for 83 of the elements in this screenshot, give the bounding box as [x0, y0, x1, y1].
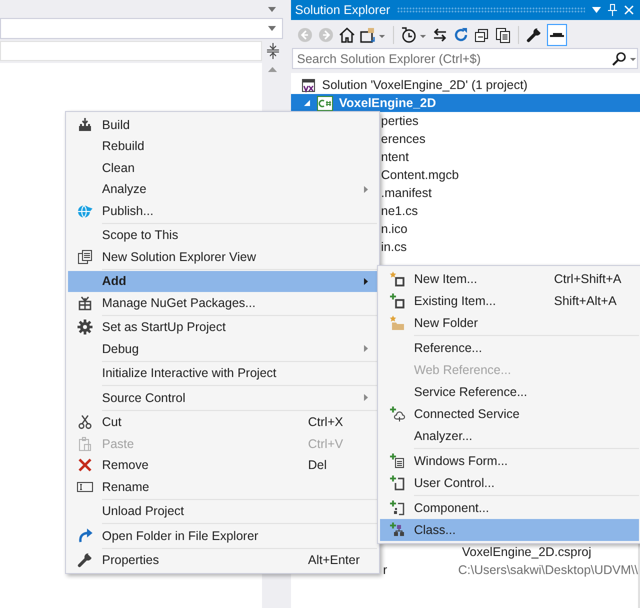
dropdown-icon[interactable] — [592, 7, 601, 13]
menu-item[interactable]: Add — [68, 270, 377, 292]
menu-item[interactable]: Publish... — [68, 200, 377, 222]
panel-title: Solution Explorer — [295, 3, 390, 17]
control-icon — [389, 475, 405, 491]
scroll-up-icon[interactable] — [268, 67, 277, 72]
tree-item[interactable]: VoxelEngine_2D — [291, 94, 640, 112]
shortcut-label: Ctrl+X — [308, 415, 344, 430]
shortcut-label: Ctrl+Shift+A — [554, 272, 622, 286]
gear-icon — [77, 319, 93, 336]
switch-views-icon[interactable] — [360, 27, 386, 43]
menu-item[interactable]: Reference... — [380, 337, 639, 359]
add-item-icon — [389, 293, 405, 309]
input-field[interactable] — [0, 41, 262, 61]
menu-item[interactable]: Windows Form... — [380, 450, 639, 472]
gift-icon — [77, 294, 93, 311]
class-icon — [389, 522, 405, 538]
menu-item[interactable]: Rename — [68, 476, 377, 498]
menu-item[interactable]: Properties Alt+Enter — [68, 550, 377, 571]
menu-item[interactable]: New Item... Ctrl+Shift+A — [380, 268, 639, 290]
clipboard-icon — [77, 436, 93, 452]
menu-item[interactable]: Scope to This — [68, 224, 377, 246]
wrench-icon[interactable] — [526, 27, 542, 43]
menu-item[interactable]: User Control... — [380, 472, 639, 494]
curved-arrow-icon — [77, 528, 93, 544]
collapse-icon[interactable] — [474, 27, 490, 43]
menu-item[interactable]: Open Folder in File Explorer — [68, 525, 377, 546]
menu-item[interactable]: Build — [68, 114, 377, 136]
pages-icon[interactable] — [495, 27, 511, 43]
preview-button[interactable] — [547, 24, 567, 46]
menu-item[interactable]: Initialize Interactive with Project — [68, 362, 377, 384]
shortcut-label: Alt+Enter — [308, 553, 360, 568]
pin-icon[interactable] — [608, 4, 617, 16]
wrench-icon — [77, 552, 93, 568]
dropdown-icon[interactable] — [268, 6, 276, 12]
menu-item[interactable]: Source Control — [68, 387, 377, 408]
caret-icon — [268, 26, 276, 31]
new-folder-icon — [389, 315, 405, 331]
menu-item[interactable]: Connected Service — [380, 403, 639, 425]
refresh-icon[interactable] — [453, 27, 469, 43]
menu-item[interactable]: Clean — [68, 157, 377, 178]
split-icon[interactable] — [267, 43, 279, 59]
menu-item[interactable]: Component... — [380, 497, 639, 519]
delete-icon — [77, 457, 93, 474]
close-icon[interactable] — [624, 5, 634, 15]
form-icon — [389, 453, 405, 469]
menu-item[interactable]: Rebuild — [68, 136, 377, 157]
windows-icon — [77, 248, 93, 265]
search-icon[interactable] — [611, 50, 637, 66]
cloud-plug-icon — [389, 406, 405, 422]
shortcut-label: Del — [308, 458, 327, 472]
build-icon — [77, 116, 93, 133]
property-value: C:\Users\sakwi\Desktop\UDVM\\ — [458, 563, 638, 577]
shortcut-label: Shift+Alt+A — [554, 294, 617, 308]
globe-icon — [77, 202, 93, 219]
dropdown-field[interactable] — [0, 18, 283, 39]
expand-arrow-icon[interactable] — [303, 99, 311, 107]
home-icon[interactable] — [339, 27, 355, 43]
menu-item[interactable]: Debug — [68, 338, 377, 360]
menu-item[interactable]: New Folder — [380, 312, 639, 334]
menu-item[interactable]: Existing Item... Shift+Alt+A — [380, 290, 639, 312]
menu-item[interactable]: Service Reference... — [380, 381, 639, 403]
menu-item[interactable]: Remove Del — [68, 454, 377, 476]
search-field[interactable]: Search Solution Explorer (Ctrl+$) — [293, 52, 611, 66]
search-box[interactable]: Search Solution Explorer (Ctrl+$) — [292, 48, 638, 69]
tree-item[interactable]: Solution 'VoxelEngine_2D' (1 project) — [291, 76, 640, 94]
shortcut-label: Ctrl+V — [308, 436, 344, 451]
menu-item[interactable]: Cut Ctrl+X — [68, 412, 377, 433]
menu-item[interactable]: Set as StartUp Project — [68, 316, 377, 338]
solution-icon — [301, 78, 316, 92]
menu-item[interactable]: Class... — [380, 519, 639, 541]
menu-item[interactable]: Manage NuGet Packages... — [68, 292, 377, 314]
clock-icon[interactable] — [401, 27, 427, 43]
property-value: VoxelEngine_2D.csproj — [462, 545, 592, 559]
menu-item[interactable]: Analyzer... — [380, 425, 639, 447]
sync-icon[interactable] — [432, 27, 448, 43]
menu-item[interactable]: Unload Project — [68, 500, 377, 522]
menu-item[interactable]: Analyze — [68, 178, 377, 200]
component-icon — [389, 500, 405, 516]
scissors-icon — [77, 414, 93, 430]
menu-item[interactable]: New Solution Explorer View — [68, 246, 377, 268]
new-item-icon — [389, 271, 405, 287]
property-name: r — [383, 563, 388, 577]
